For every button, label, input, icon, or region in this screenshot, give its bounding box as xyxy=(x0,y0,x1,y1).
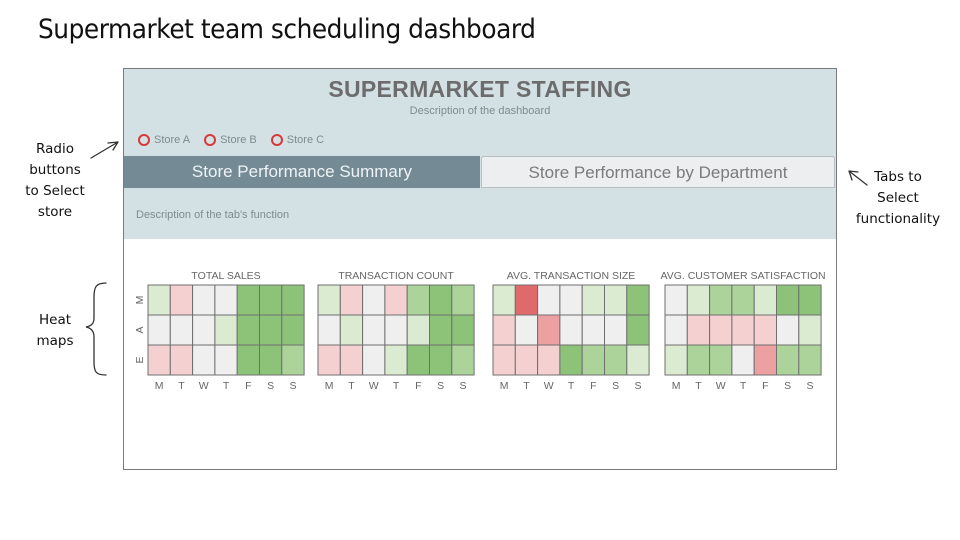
arrow-to-radios-icon xyxy=(90,141,119,159)
arrow-to-tabs-icon xyxy=(848,170,868,186)
annotation-arrows xyxy=(85,141,868,376)
heatmaps-bracket-icon xyxy=(85,282,107,376)
